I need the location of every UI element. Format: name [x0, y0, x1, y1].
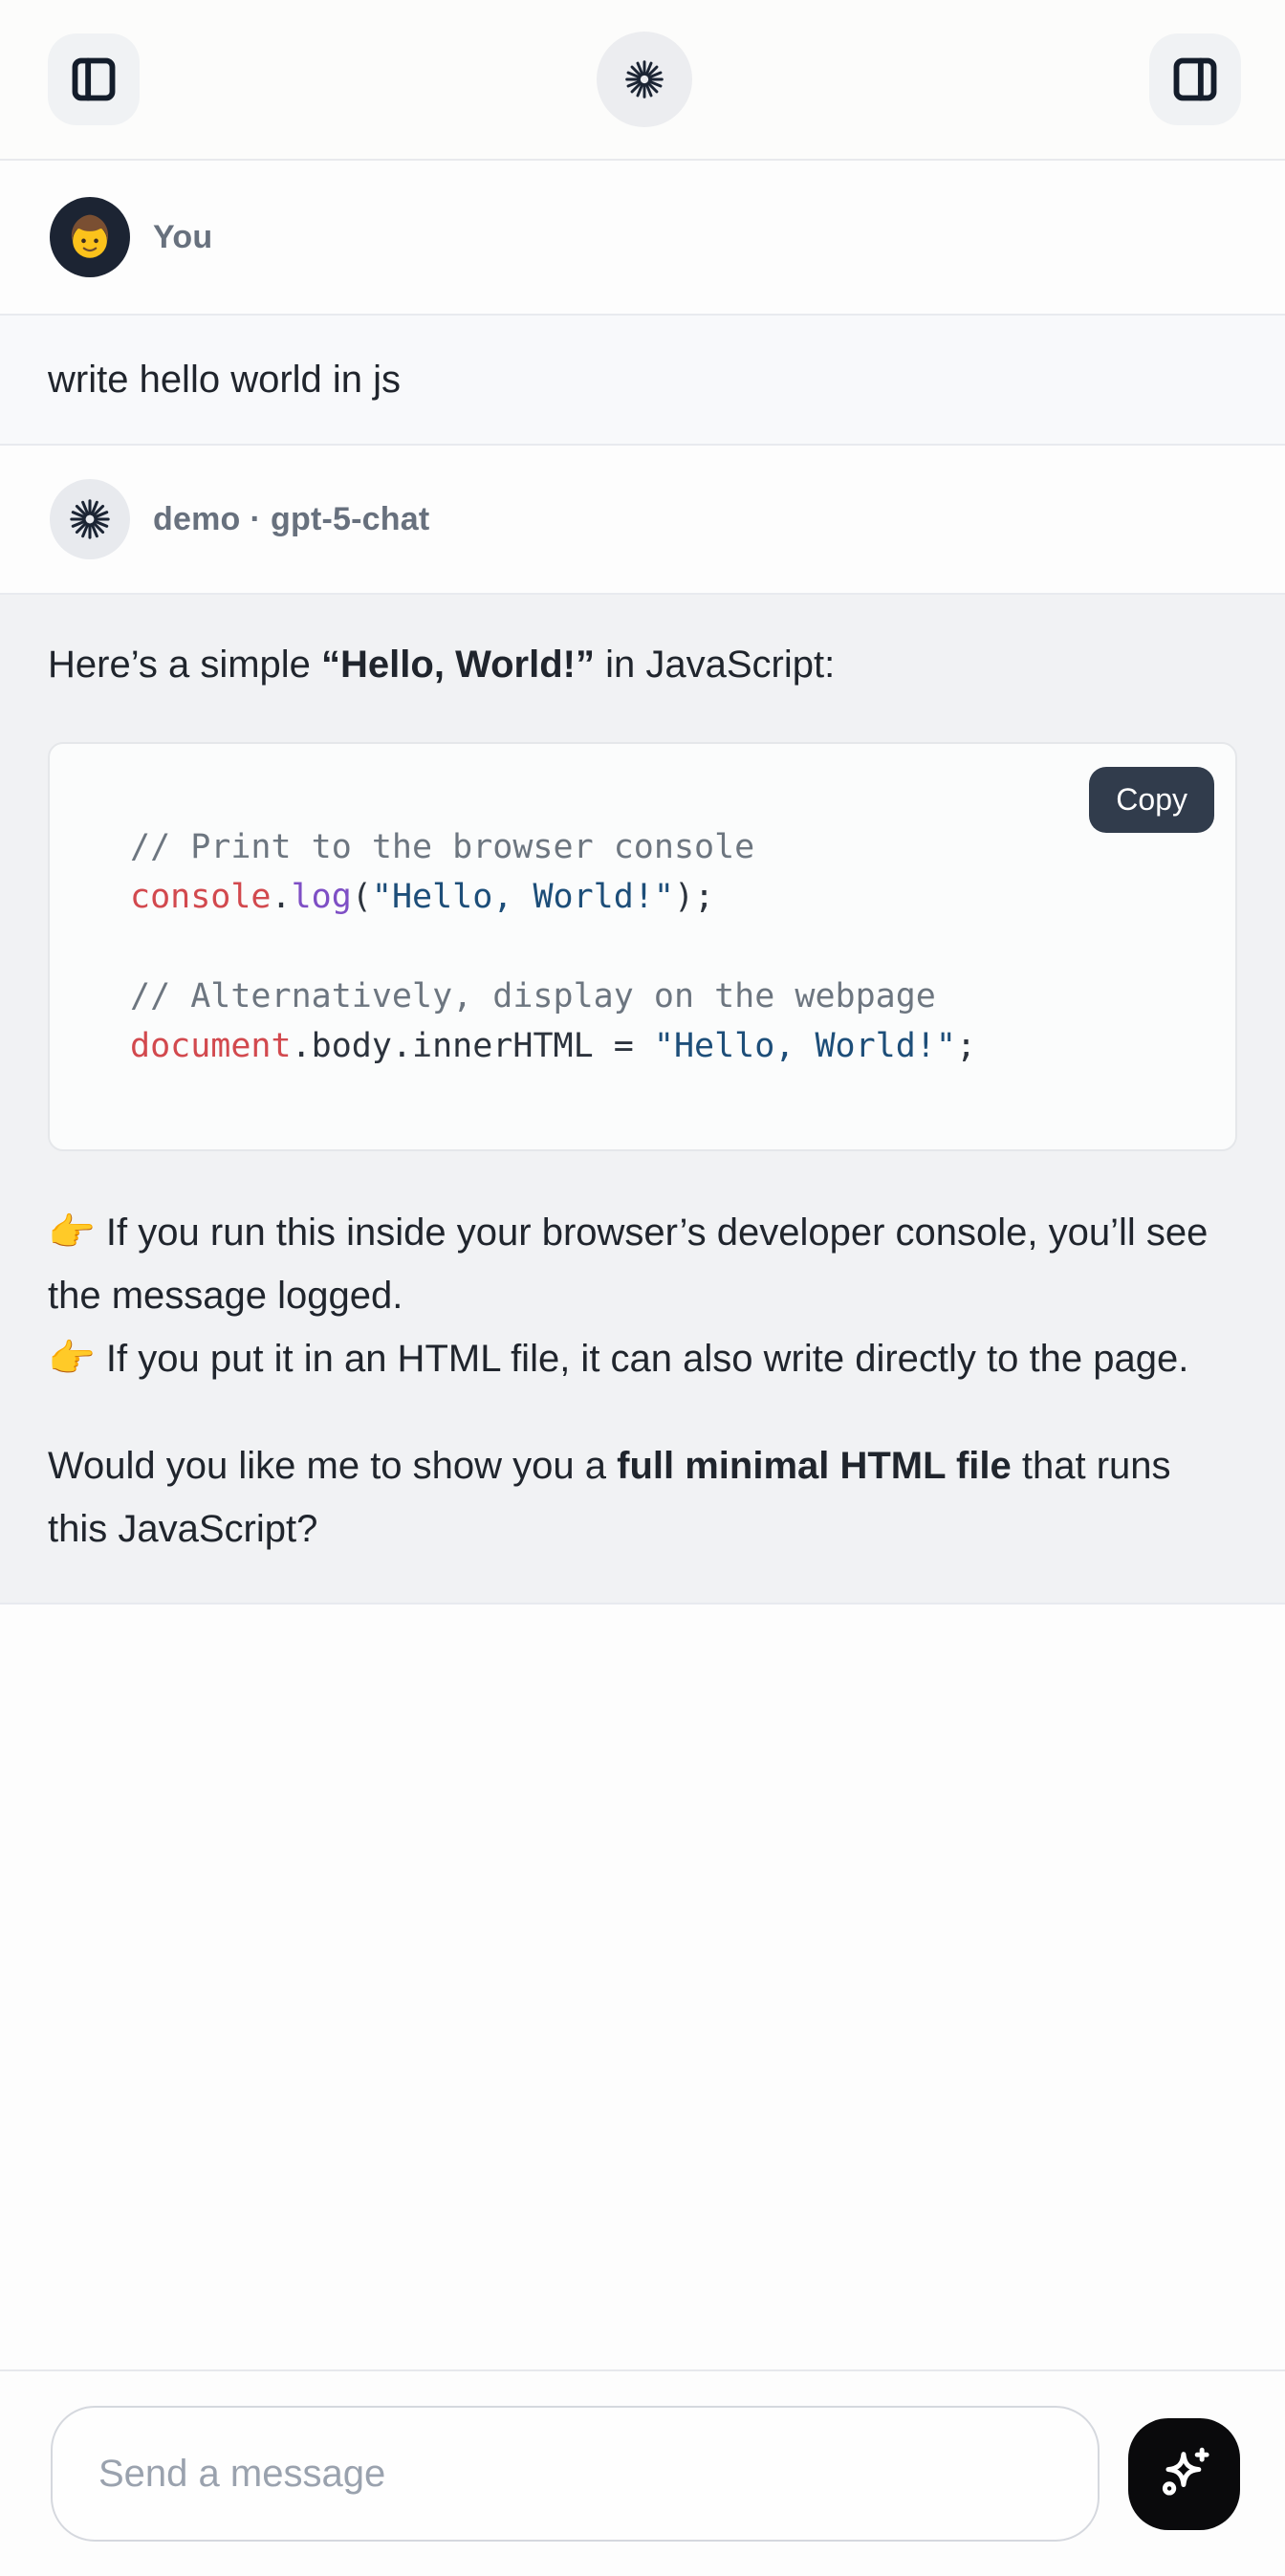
assistant-avatar — [50, 479, 130, 559]
empty-space — [0, 1605, 1285, 2369]
user-message: write hello world in js — [0, 314, 1285, 446]
code-content: // Print to the browser consoleconsole.l… — [50, 744, 1235, 1149]
assistant-paragraph-1: 👉 If you run this inside your browser’s … — [48, 1201, 1237, 1327]
assistant-intro-text: Here’s a simple “Hello, World!” in JavaS… — [48, 633, 1237, 696]
user-avatar — [50, 197, 130, 277]
assistant-paragraph-2: 👉 If you put it in an HTML file, it can … — [48, 1327, 1237, 1390]
panel-left-icon — [69, 55, 119, 104]
sidebar-toggle-button[interactable] — [48, 33, 140, 125]
top-bar — [0, 0, 1285, 161]
assistant-turn-header: demo · gpt-5-chat — [0, 446, 1285, 593]
user-message-text: write hello world in js — [48, 359, 401, 402]
user-author-label: You — [153, 219, 212, 256]
assistant-name-label: demo · gpt-5-chat — [153, 501, 429, 538]
chat-app: You write hello world in js demo · gpt-5-c… — [0, 0, 1285, 2576]
user-turn-header: You — [0, 161, 1285, 314]
copy-button[interactable]: Copy — [1089, 767, 1214, 833]
starburst-icon — [68, 497, 112, 541]
brand-button[interactable] — [597, 32, 692, 127]
sparkles-icon — [1153, 2442, 1216, 2505]
separator-dot: · — [250, 501, 261, 537]
composer — [0, 2369, 1285, 2576]
panel-right-icon — [1170, 55, 1220, 104]
send-button[interactable] — [1128, 2418, 1240, 2530]
assistant-paragraph-3: Would you like me to show you a full min… — [48, 1434, 1237, 1561]
assistant-message: Here’s a simple “Hello, World!” in JavaS… — [0, 593, 1285, 1605]
message-input[interactable] — [51, 2406, 1100, 2542]
starburst-icon — [623, 58, 665, 100]
model-name: gpt-5-chat — [271, 501, 429, 537]
right-panel-toggle-button[interactable] — [1149, 33, 1241, 125]
code-block: Copy // Print to the browser consolecons… — [48, 742, 1237, 1151]
person-emoji-icon — [63, 210, 117, 264]
agent-name: demo — [153, 501, 240, 537]
